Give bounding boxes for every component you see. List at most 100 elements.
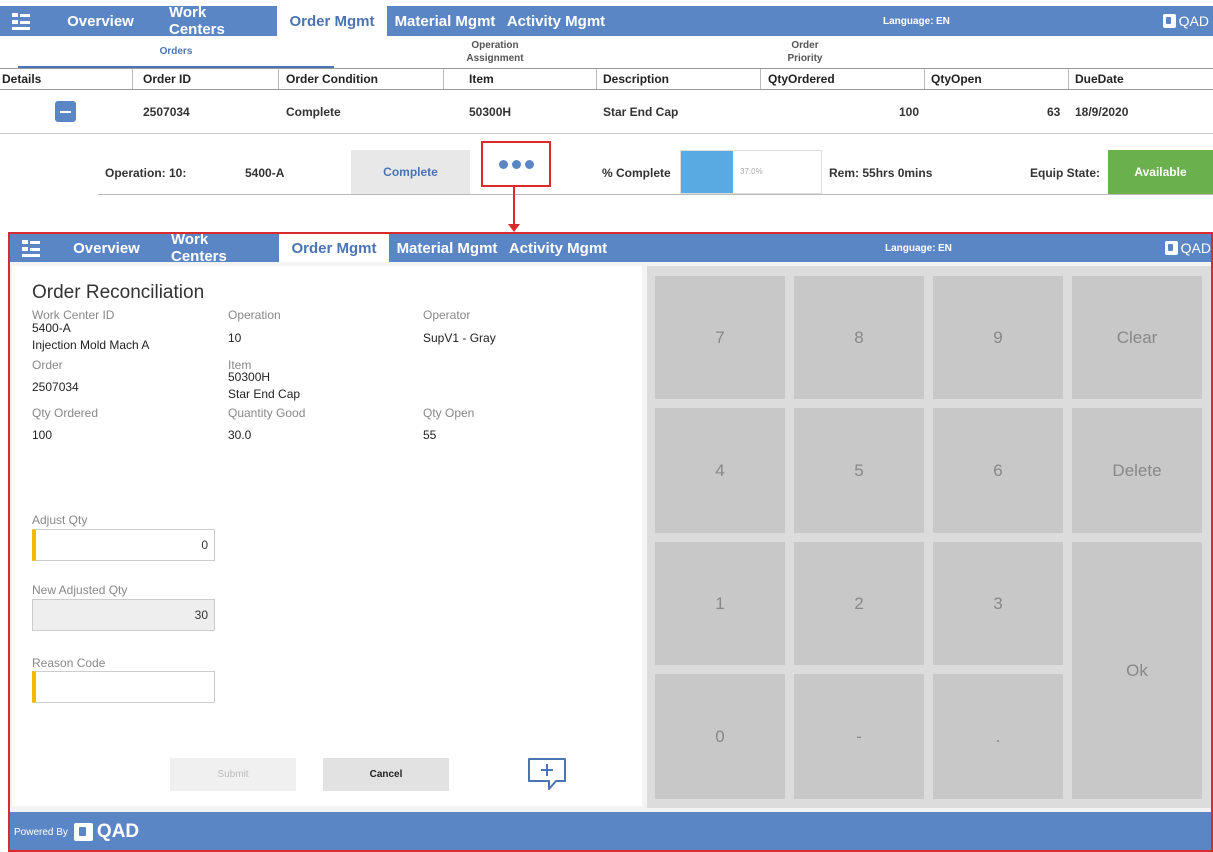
sub-tab-orders[interactable]: Orders — [18, 36, 334, 68]
key-0[interactable]: 0 — [655, 674, 785, 799]
order-label: Order — [32, 358, 63, 372]
key-minus[interactable]: - — [794, 674, 924, 799]
qad-logo: QAD — [1162, 13, 1209, 29]
ok-button[interactable]: Ok — [1072, 542, 1202, 799]
detail-nav-tab-order-mgmt[interactable]: Order Mgmt — [279, 234, 389, 262]
language-label: Language: — [883, 15, 934, 27]
key-3[interactable]: 3 — [933, 542, 1063, 665]
sub-tab-order-priority[interactable]: Order Priority — [750, 36, 860, 68]
cell-due-date: 18/9/2020 — [1075, 105, 1129, 119]
column-order-id[interactable]: Order ID — [143, 72, 191, 86]
detail-nav-tab-activity-mgmt[interactable]: Activity Mgmt — [505, 234, 611, 262]
more-options-button[interactable] — [481, 141, 551, 187]
column-details[interactable]: Details — [2, 72, 41, 86]
adjust-qty-input[interactable]: 0 — [32, 529, 215, 561]
percent-complete-bar: 37.0% — [680, 150, 822, 194]
item-value: 50300H — [228, 370, 271, 384]
new-adjusted-qty-value: 30 — [194, 608, 208, 622]
detail-qad-logo-icon — [1164, 241, 1178, 255]
qad-logo-icon — [1162, 14, 1176, 28]
reason-code-label: Reason Code — [32, 656, 106, 670]
reason-code-input[interactable] — [32, 671, 215, 703]
item-description: Star End Cap — [228, 387, 301, 401]
key-7[interactable]: 7 — [655, 276, 785, 399]
detail-nav-tab-work-centers[interactable]: Work Centers — [159, 234, 279, 265]
detail-language-selector[interactable]: EN — [938, 243, 952, 254]
cell-order-condition: Complete — [286, 105, 341, 119]
detail-nav-tab-overview[interactable]: Overview — [54, 234, 159, 262]
numeric-keypad: 7 8 9 Clear 4 5 6 Delete 1 2 3 Ok 0 - . — [647, 266, 1211, 808]
app-logo-icon[interactable] — [0, 6, 44, 36]
key-2[interactable]: 2 — [794, 542, 924, 665]
more-dots-icon — [498, 159, 508, 169]
footer-qad-logo: QAD — [73, 821, 140, 843]
top-nav-bar: Overview Work Centers Order Mgmt Materia… — [0, 4, 1213, 38]
detail-content: Order Reconciliation Work Center ID 5400… — [10, 262, 1211, 812]
detail-nav-tab-material-mgmt[interactable]: Material Mgmt — [389, 234, 505, 262]
order-sub-tabs: Orders Operation Assignment Order Priori… — [0, 36, 1213, 68]
column-qty-ordered[interactable]: QtyOrdered — [768, 72, 835, 86]
quantity-good-value: 30.0 — [228, 428, 252, 442]
detail-app-logo-icon[interactable] — [10, 234, 54, 262]
key-5[interactable]: 5 — [794, 408, 924, 533]
add-comment-icon[interactable] — [526, 756, 568, 797]
operator-label: Operator — [423, 308, 471, 322]
orders-table-header: Details Order ID Order Condition Item De… — [0, 68, 1213, 90]
callout-arrow-icon — [508, 224, 520, 232]
detail-language-label: Language: — [885, 242, 936, 254]
column-qty-open[interactable]: QtyOpen — [931, 72, 982, 86]
table-row[interactable]: 2507034 Complete 50300H Star End Cap 100… — [0, 90, 1213, 134]
operation-value: 10 — [228, 331, 242, 345]
key-1[interactable]: 1 — [655, 542, 785, 665]
new-adjusted-qty-field: 30 — [32, 599, 215, 631]
remaining-time: Rem: 55hrs 0mins — [829, 166, 933, 180]
column-due-date[interactable]: DueDate — [1075, 72, 1124, 86]
work-center-name: Injection Mold Mach A — [32, 338, 150, 352]
footer-bar: Powered By QAD — [10, 812, 1211, 850]
column-order-condition[interactable]: Order Condition — [286, 72, 378, 86]
adjust-qty-label: Adjust Qty — [32, 513, 88, 527]
column-item[interactable]: Item — [469, 72, 494, 86]
key-6[interactable]: 6 — [933, 408, 1063, 533]
operation-label: Operation: 10: — [105, 166, 187, 180]
cell-qty-open: 63 — [1047, 105, 1061, 119]
progress-fill — [681, 151, 733, 193]
collapse-details-button[interactable] — [55, 101, 76, 122]
cell-description: Star End Cap — [603, 105, 679, 119]
order-value: 2507034 — [32, 380, 79, 394]
footer-qad-logo-icon — [73, 823, 93, 841]
work-center-id-value: 5400-A — [32, 321, 71, 335]
clear-button[interactable]: Clear — [1072, 276, 1202, 399]
page: Overview Work Centers Order Mgmt Materia… — [0, 0, 1213, 852]
nav-tab-activity-mgmt[interactable]: Activity Mgmt — [503, 6, 609, 36]
qty-ordered-value: 100 — [32, 428, 53, 442]
submit-button[interactable]: Submit — [170, 758, 296, 791]
language-selector[interactable]: EN — [936, 16, 950, 27]
cell-order-id: 2507034 — [143, 105, 190, 119]
footer-brand-text: QAD — [96, 821, 140, 842]
nav-tab-work-centers[interactable]: Work Centers — [157, 4, 277, 38]
key-decimal[interactable]: . — [933, 674, 1063, 799]
page-title: Order Reconciliation — [32, 282, 205, 303]
operation-label: Operation — [228, 308, 281, 322]
key-9[interactable]: 9 — [933, 276, 1063, 399]
equip-state-badge[interactable]: Available — [1108, 150, 1213, 194]
qty-ordered-label: Qty Ordered — [32, 406, 99, 420]
sub-tab-operation-assignment[interactable]: Operation Assignment — [440, 36, 550, 68]
cell-qty-ordered: 100 — [899, 105, 920, 119]
nav-tab-material-mgmt[interactable]: Material Mgmt — [387, 6, 503, 36]
qad-brand-text: QAD — [1178, 13, 1209, 29]
progress-percent-text: 37.0% — [740, 167, 763, 176]
operation-work-center: 5400-A — [245, 166, 285, 180]
key-8[interactable]: 8 — [794, 276, 924, 399]
cancel-button[interactable]: Cancel — [323, 758, 449, 791]
delete-button[interactable]: Delete — [1072, 408, 1202, 533]
column-description[interactable]: Description — [603, 72, 669, 86]
key-4[interactable]: 4 — [655, 408, 785, 533]
nav-tab-overview[interactable]: Overview — [44, 6, 157, 36]
quantity-good-label: Quantity Good — [228, 406, 306, 420]
operation-status-button[interactable]: Complete — [351, 150, 470, 194]
nav-tab-order-mgmt[interactable]: Order Mgmt — [277, 6, 387, 36]
adjust-qty-value: 0 — [201, 538, 208, 552]
detail-qad-brand-text: QAD — [1180, 240, 1211, 256]
